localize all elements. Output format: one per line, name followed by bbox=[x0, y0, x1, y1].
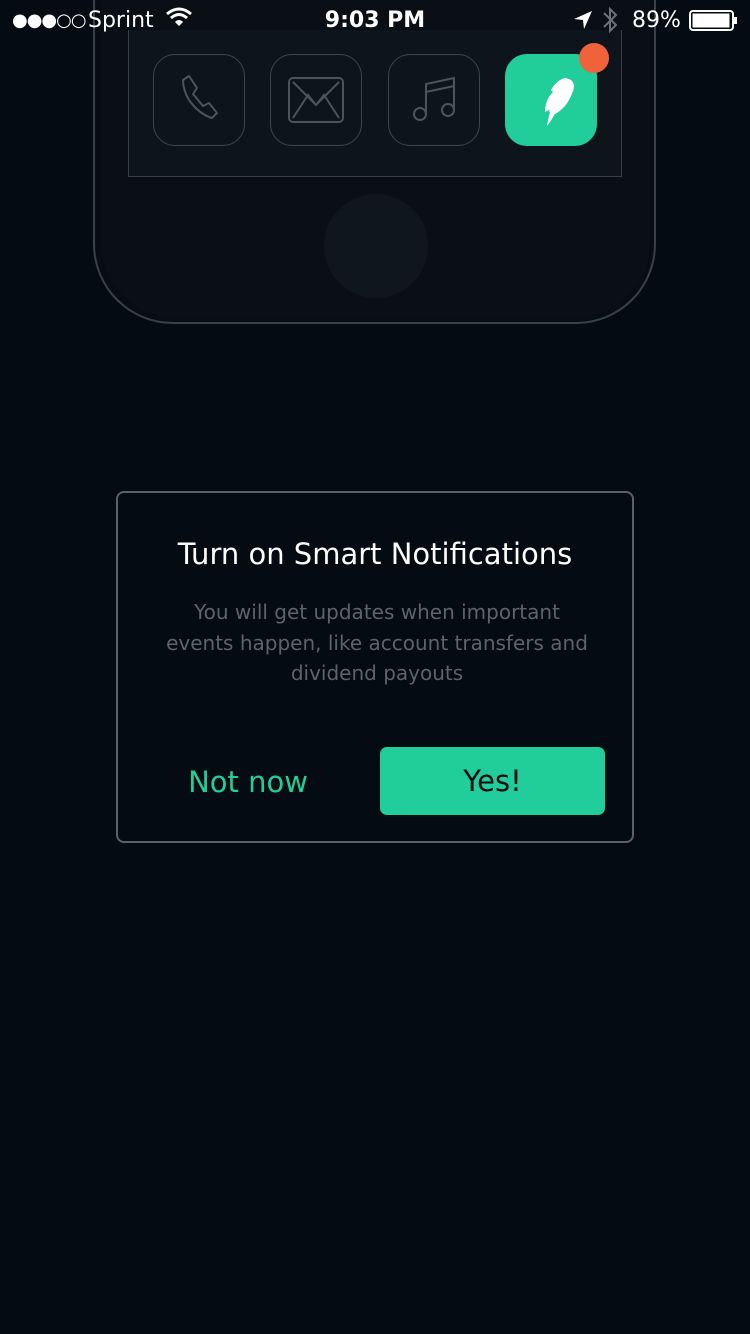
battery-percent: 89% bbox=[632, 8, 681, 33]
bluetooth-icon bbox=[602, 6, 618, 40]
status-bar: ●●●○○ Sprint 9:03 PM 89% bbox=[0, 0, 750, 40]
phone-icon bbox=[153, 54, 245, 146]
yes-button[interactable]: Yes! bbox=[380, 747, 605, 815]
location-icon bbox=[573, 10, 593, 36]
home-button-illustration bbox=[324, 194, 428, 298]
not-now-button[interactable]: Not now bbox=[158, 765, 338, 799]
dialog-title: Turn on Smart Notifications bbox=[177, 537, 573, 571]
notification-badge bbox=[579, 43, 609, 73]
battery-icon bbox=[689, 10, 739, 38]
music-icon bbox=[388, 54, 480, 146]
mail-icon bbox=[270, 54, 362, 146]
dialog-message: You will get updates when important even… bbox=[166, 600, 588, 685]
notification-permission-dialog: Turn on Smart Notifications You will get… bbox=[116, 491, 634, 843]
